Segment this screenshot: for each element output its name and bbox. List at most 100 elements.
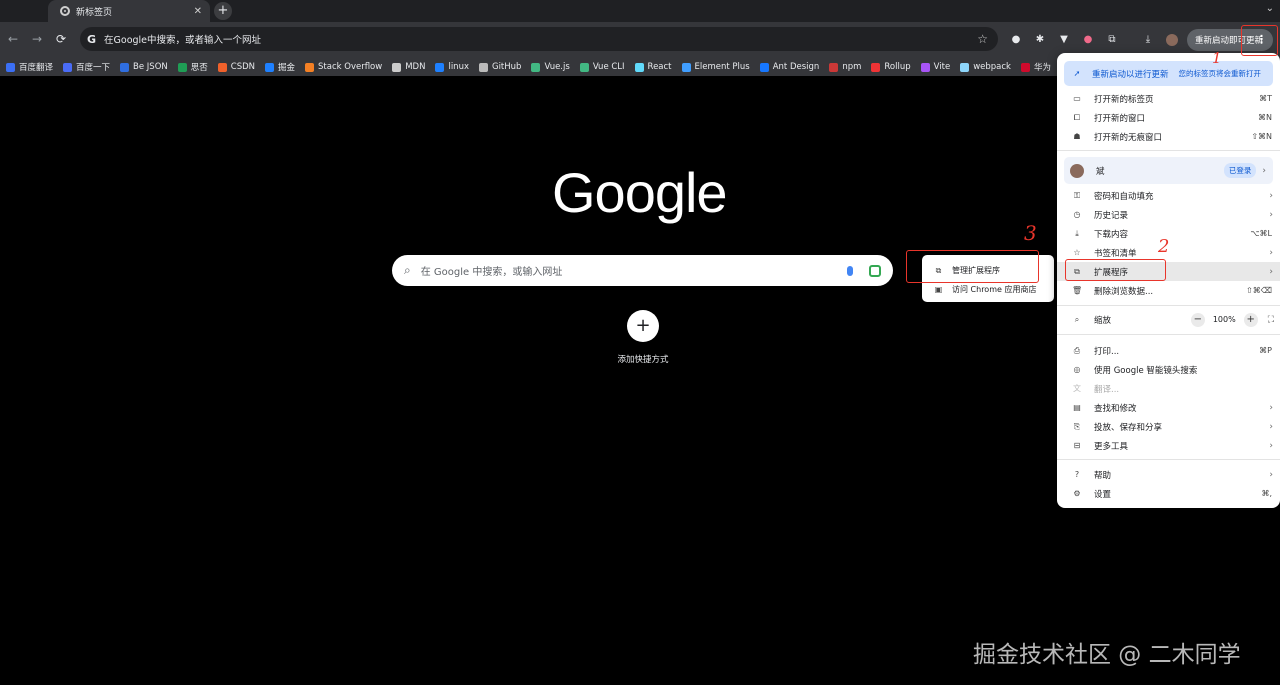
search-input[interactable]: 在 Google 中搜索，或输入网址 bbox=[421, 263, 847, 278]
bookmark-item[interactable]: 百度翻译 bbox=[6, 61, 53, 73]
bookmark-label: GitHub bbox=[491, 62, 522, 72]
chrome-icon bbox=[60, 6, 70, 16]
bookmark-item[interactable]: Element Plus bbox=[681, 62, 750, 72]
forward-button[interactable]: → bbox=[32, 32, 42, 46]
menu-item-new-tab[interactable]: ▭ 打开新的标签页 ⌘T bbox=[1057, 89, 1280, 108]
bookmark-favicon-icon bbox=[681, 62, 691, 72]
avatar bbox=[1070, 163, 1084, 178]
bookmark-item[interactable]: React bbox=[634, 62, 672, 72]
zoom-level: 100% bbox=[1212, 315, 1236, 324]
menu-item-history[interactable]: ◷ 历史记录 › bbox=[1057, 205, 1280, 224]
extension-react-icon[interactable]: ✱ bbox=[1034, 34, 1046, 46]
bookmark-label: 思否 bbox=[190, 63, 208, 73]
menu-item-new-window[interactable]: ⧠ 打开新的窗口 ⌘N bbox=[1057, 108, 1280, 127]
menu-item-incognito[interactable]: ☗ 打开新的无痕窗口 ⇧⌘N bbox=[1057, 127, 1280, 146]
zoom-in-button[interactable]: + bbox=[1243, 312, 1258, 327]
bookmark-label: Stack Overflow bbox=[318, 62, 383, 72]
bookmark-item[interactable]: 华为 bbox=[1020, 61, 1051, 73]
bookmark-item[interactable]: 掘金 bbox=[265, 61, 295, 73]
bookmark-item[interactable]: npm bbox=[829, 62, 861, 72]
bookmark-item[interactable]: Rollup bbox=[871, 62, 911, 72]
search-icon: ⌕ bbox=[404, 263, 411, 277]
bookmark-item[interactable]: 思否 bbox=[177, 61, 208, 73]
star-icon[interactable]: ☆ bbox=[977, 32, 988, 46]
bookmark-label: Be JSON bbox=[133, 62, 168, 72]
back-button[interactable]: ← bbox=[8, 32, 18, 46]
bookmark-item[interactable]: Be JSON bbox=[120, 62, 168, 72]
tab-new-tab[interactable]: 新标签页 ✕ bbox=[48, 0, 210, 22]
chevron-down-icon[interactable]: ⌄ bbox=[1266, 3, 1274, 14]
cast-icon: ⎘ bbox=[1073, 421, 1081, 431]
bookmark-item[interactable]: Vue CLI bbox=[579, 62, 625, 72]
bookmark-item[interactable]: Vite bbox=[920, 62, 950, 72]
menu-item-cast[interactable]: ⎘ 投放、保存和分享 › bbox=[1057, 417, 1280, 436]
new-tab-icon: ▭ bbox=[1073, 94, 1081, 103]
fullscreen-icon[interactable]: ⛶ bbox=[1268, 315, 1274, 325]
add-shortcut-button[interactable]: + bbox=[627, 310, 659, 342]
chevron-right-icon: › bbox=[1262, 165, 1266, 176]
extension-vue-icon[interactable]: ▼ bbox=[1058, 34, 1070, 46]
bookmark-item[interactable]: webpack bbox=[960, 62, 1011, 72]
bookmark-item[interactable]: 百度一下 bbox=[63, 61, 110, 73]
bookmark-item[interactable]: linux bbox=[435, 62, 469, 72]
chevron-right-icon: › bbox=[1269, 402, 1273, 413]
omnibox[interactable]: G 在Google中搜索，或者输入一个网址 ☆ bbox=[80, 27, 998, 51]
google-g-icon: G bbox=[87, 32, 97, 46]
annotation-box-1 bbox=[1241, 25, 1278, 56]
puzzle-icon[interactable]: ⧉ bbox=[1106, 34, 1118, 46]
bookmark-favicon-icon bbox=[920, 62, 930, 72]
annotation-number-1: 1 bbox=[1212, 49, 1222, 67]
new-tab-button[interactable]: + bbox=[214, 2, 232, 20]
annotation-box-2 bbox=[1065, 259, 1166, 281]
microphone-icon[interactable] bbox=[847, 265, 853, 276]
menu-item-find[interactable]: ▤ 查找和修改 › bbox=[1057, 398, 1280, 417]
bookmark-label: webpack bbox=[973, 62, 1011, 72]
close-icon[interactable]: ✕ bbox=[194, 6, 202, 17]
printer-icon: ⎙ bbox=[1073, 345, 1081, 355]
menu-item-more-tools[interactable]: ⊟ 更多工具 › bbox=[1057, 436, 1280, 455]
chevron-right-icon: › bbox=[1269, 209, 1273, 220]
bookmark-label: CSDN bbox=[230, 62, 255, 72]
reload-button[interactable]: ⟳ bbox=[56, 32, 66, 46]
lens-icon: ◎ bbox=[1073, 365, 1081, 374]
divider bbox=[1057, 334, 1280, 335]
bookmark-item[interactable]: GitHub bbox=[478, 62, 522, 72]
lens-icon[interactable] bbox=[869, 264, 881, 277]
menu-item-settings[interactable]: ⚙ 设置 ⌘, bbox=[1057, 484, 1280, 503]
menu-item-print[interactable]: ⎙ 打印... ⌘P bbox=[1057, 341, 1280, 360]
menu-item-lens[interactable]: ◎ 使用 Google 智能镜头搜索 bbox=[1057, 360, 1280, 379]
bookmark-item[interactable]: Ant Design bbox=[759, 62, 819, 72]
download-icon[interactable]: ⤓ bbox=[1142, 34, 1154, 46]
avatar[interactable] bbox=[1166, 34, 1178, 46]
bookmark-favicon-icon bbox=[871, 62, 881, 72]
bookmark-label: Vue CLI bbox=[592, 62, 625, 72]
bookmark-favicon-icon bbox=[6, 62, 15, 72]
bookmark-favicon-icon bbox=[120, 62, 130, 72]
profile-item[interactable]: 斌 已登录 › bbox=[1064, 157, 1273, 184]
search-box[interactable]: ⌕ 在 Google 中搜索，或输入网址 bbox=[392, 255, 893, 286]
bookmark-item[interactable]: CSDN bbox=[217, 62, 255, 72]
menu-item-clear-data[interactable]: 🗑 删除浏览数据... ⇧⌘⌫ bbox=[1057, 281, 1280, 300]
chevron-right-icon: › bbox=[1269, 266, 1273, 277]
new-window-icon: ⧠ bbox=[1073, 112, 1081, 122]
menu-item-help[interactable]: ? 帮助 › bbox=[1057, 465, 1280, 484]
relaunch-update-item[interactable]: ➚ 重新启动以进行更新 您的标签页将会重新打开 bbox=[1064, 61, 1273, 86]
bookmark-item[interactable]: MDN bbox=[392, 62, 425, 72]
extension-pink-icon[interactable]: ● bbox=[1082, 34, 1094, 46]
key-icon: ⚿ bbox=[1073, 190, 1081, 200]
toolbox-icon: ⊟ bbox=[1073, 441, 1081, 450]
menu-item-passwords[interactable]: ⚿ 密码和自动填充 › bbox=[1057, 186, 1280, 205]
bookmark-favicon-icon bbox=[531, 62, 541, 72]
extension-dot-icon[interactable]: ● bbox=[1010, 34, 1022, 46]
store-icon: ▣ bbox=[934, 285, 943, 294]
omnibox-placeholder[interactable]: 在Google中搜索，或者输入一个网址 bbox=[104, 32, 977, 46]
bookmark-label: npm bbox=[842, 62, 862, 72]
bookmark-favicon-icon bbox=[634, 62, 644, 72]
bookmark-favicon-icon bbox=[63, 62, 73, 72]
zoom-out-button[interactable]: − bbox=[1190, 312, 1205, 327]
add-shortcut-label: 添加快捷方式 bbox=[617, 355, 669, 365]
bookmark-item[interactable]: Stack Overflow bbox=[305, 62, 382, 72]
bookmark-item[interactable]: Vue.js bbox=[531, 62, 570, 72]
bookmark-favicon-icon bbox=[1020, 62, 1030, 72]
menu-item-zoom: ⌕ 缩放 − 100% + ⛶ bbox=[1057, 310, 1280, 329]
